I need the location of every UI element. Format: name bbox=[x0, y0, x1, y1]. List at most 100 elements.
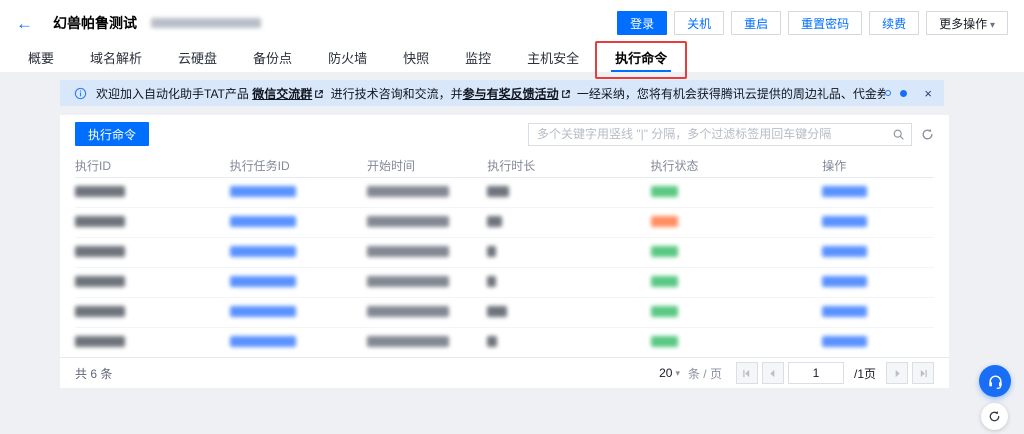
column-header-3: 执行时长 bbox=[487, 158, 536, 173]
reset-password-button[interactable]: 重置密码 bbox=[788, 11, 863, 35]
redacted-task-id-link[interactable] bbox=[229, 215, 296, 227]
table-cell bbox=[650, 335, 823, 350]
table-row bbox=[75, 178, 934, 208]
refresh-icon[interactable] bbox=[921, 128, 934, 141]
banner-text-1: 欢迎加入自动化助手TAT产品 bbox=[96, 86, 253, 101]
page-size-unit: 条 / 页 bbox=[687, 366, 722, 381]
redacted-action-link[interactable] bbox=[822, 275, 868, 287]
table-cell bbox=[367, 275, 487, 290]
external-link-icon[interactable] bbox=[561, 89, 571, 99]
redacted-duration bbox=[487, 215, 503, 227]
search-area bbox=[528, 122, 934, 146]
external-link-icon[interactable] bbox=[314, 89, 324, 99]
table-cell bbox=[650, 185, 823, 200]
page-size-value: 20 bbox=[659, 366, 673, 380]
redacted-task-id-link[interactable] bbox=[229, 305, 296, 317]
renew-button[interactable]: 续费 bbox=[869, 11, 920, 35]
table-cell bbox=[75, 185, 230, 200]
search-input[interactable] bbox=[537, 127, 892, 141]
more-actions-button[interactable]: 更多操作 ▾ bbox=[926, 11, 1008, 35]
banner-text-3: 一经采纳，您将有机会获得腾讯云提供的周边礼品、代金券等神秘奖励！ bbox=[576, 86, 886, 101]
redacted-start-time bbox=[367, 335, 450, 347]
feedback-activity-link[interactable]: 参与有奖反馈活动 bbox=[463, 87, 559, 101]
feedback-refresh-button[interactable] bbox=[981, 403, 1008, 430]
redacted-action-link[interactable] bbox=[822, 245, 868, 257]
restart-button[interactable]: 重启 bbox=[731, 11, 782, 35]
table-cell bbox=[650, 245, 823, 260]
back-arrow-icon[interactable]: ← bbox=[16, 15, 33, 32]
redacted-start-time bbox=[367, 245, 450, 257]
execute-command-button[interactable]: 执行命令 bbox=[75, 122, 150, 146]
redacted-start-time bbox=[367, 305, 450, 317]
pagination-next-button[interactable] bbox=[886, 362, 908, 384]
table-cell bbox=[229, 185, 367, 200]
tab-0[interactable]: 概要 bbox=[10, 46, 72, 72]
table-cell bbox=[822, 335, 934, 350]
table-cell bbox=[487, 215, 650, 230]
tab-1[interactable]: 域名解析 bbox=[72, 46, 160, 72]
pagination: 20 ▾ 条 / 页 /1页 bbox=[659, 362, 934, 384]
tab-8[interactable]: 执行命令 bbox=[595, 41, 688, 79]
table-cell bbox=[75, 335, 230, 350]
banner-text-2: 进行技术咨询和交流，并 bbox=[327, 86, 463, 101]
table-row bbox=[75, 268, 934, 298]
notice-banner: 欢迎加入自动化助手TAT产品 微信交流群 进行技术咨询和交流，并参与有奖反馈活动… bbox=[60, 80, 944, 106]
table-cell bbox=[367, 305, 487, 320]
chevron-down-icon: ▾ bbox=[675, 367, 680, 378]
banner-close-icon[interactable]: × bbox=[924, 87, 932, 100]
redacted-execution-id bbox=[75, 275, 125, 287]
info-icon bbox=[74, 87, 87, 100]
search-box bbox=[528, 122, 912, 146]
redacted-duration bbox=[487, 245, 497, 257]
table-cell bbox=[487, 335, 650, 350]
banner-controls: × bbox=[885, 87, 932, 100]
support-button[interactable] bbox=[979, 365, 1011, 397]
redacted-action-link[interactable] bbox=[822, 185, 868, 197]
redacted-task-id-link[interactable] bbox=[229, 185, 296, 197]
carousel-dot-1[interactable] bbox=[885, 90, 892, 96]
shutdown-button[interactable]: 关机 bbox=[674, 11, 725, 35]
redacted-action-link[interactable] bbox=[822, 305, 868, 317]
page-size-select[interactable]: 20 ▾ bbox=[659, 366, 680, 380]
table-cell bbox=[75, 275, 230, 290]
tab-6[interactable]: 监控 bbox=[447, 46, 509, 72]
pagination-first-button[interactable] bbox=[735, 362, 758, 384]
status-badge-success bbox=[650, 305, 678, 317]
status-badge-success bbox=[650, 335, 678, 347]
redacted-action-link[interactable] bbox=[822, 215, 868, 227]
login-button[interactable]: 登录 bbox=[617, 11, 668, 35]
table-cell bbox=[650, 215, 823, 230]
redacted-duration bbox=[487, 335, 498, 347]
carousel-dot-2[interactable] bbox=[900, 89, 908, 97]
pagination-last-button[interactable] bbox=[912, 362, 934, 384]
table-cell bbox=[650, 275, 823, 290]
table-cell bbox=[367, 215, 487, 230]
title-row: ← 幻兽帕鲁测试 登录 关机 重启 重置密码 续费 更多操作 ▾ bbox=[0, 0, 1024, 40]
table-cell bbox=[367, 185, 487, 200]
redacted-duration bbox=[487, 275, 497, 287]
redacted-action-link[interactable] bbox=[822, 335, 868, 347]
redacted-task-id-link[interactable] bbox=[229, 335, 296, 347]
redacted-task-id-link[interactable] bbox=[229, 275, 296, 287]
page-number-input[interactable] bbox=[787, 362, 844, 384]
pagination-prev-button[interactable] bbox=[761, 362, 784, 384]
table-cell bbox=[822, 245, 934, 260]
top-bar: ← 幻兽帕鲁测试 登录 关机 重启 重置密码 续费 更多操作 ▾ 概要 域名解析 云硬盘 备份点… bbox=[0, 0, 1024, 79]
tab-4[interactable]: 防火墙 bbox=[310, 46, 385, 72]
table-cell bbox=[822, 215, 934, 230]
page-title: 幻兽帕鲁测试 bbox=[53, 15, 137, 31]
active-tab-underline bbox=[611, 70, 672, 72]
redacted-execution-id bbox=[75, 335, 125, 347]
banner-text: 欢迎加入自动化助手TAT产品 微信交流群 进行技术咨询和交流，并参与有奖反馈活动… bbox=[96, 85, 885, 102]
tab-7[interactable]: 主机安全 bbox=[509, 46, 597, 72]
tab-5[interactable]: 快照 bbox=[385, 46, 447, 72]
wechat-group-link[interactable]: 微信交流群 bbox=[252, 87, 312, 101]
table-cell bbox=[650, 305, 823, 320]
status-badge-success bbox=[650, 275, 678, 287]
table-cell bbox=[487, 185, 650, 200]
tab-2[interactable]: 云硬盘 bbox=[160, 46, 235, 72]
redacted-task-id-link[interactable] bbox=[229, 245, 296, 257]
search-icon[interactable] bbox=[892, 128, 905, 141]
page-total: /1页 bbox=[853, 366, 876, 381]
tab-3[interactable]: 备份点 bbox=[235, 46, 310, 72]
